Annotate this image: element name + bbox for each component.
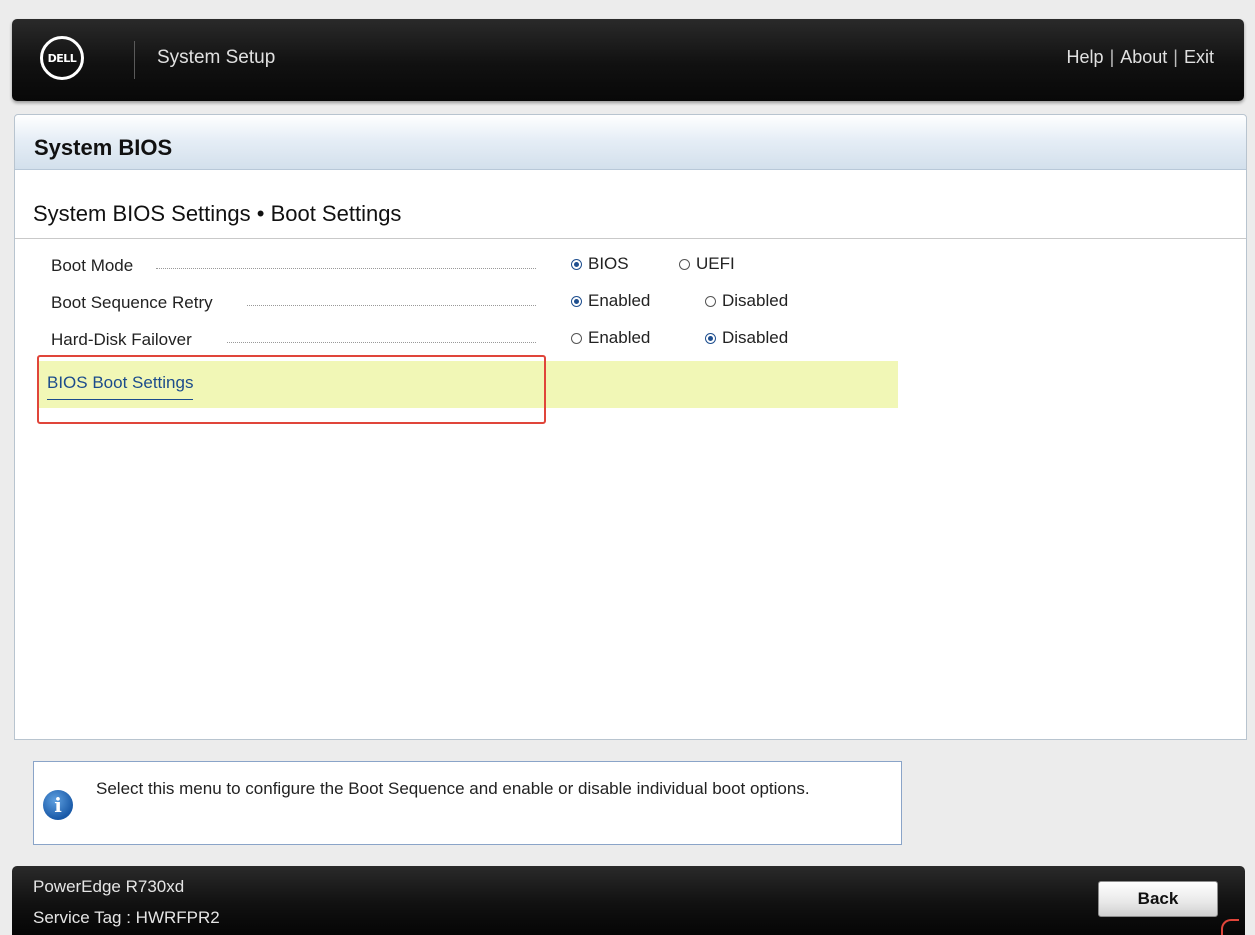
radio-label: Disabled bbox=[722, 328, 789, 347]
exit-link[interactable]: Exit bbox=[1184, 47, 1214, 67]
radio-label: UEFI bbox=[696, 254, 735, 273]
footer-bar: PowerEdge R730xd Service Tag : HWRFPR2 B… bbox=[12, 866, 1245, 935]
setting-label: Hard-Disk Failover bbox=[51, 330, 192, 349]
help-link[interactable]: Help bbox=[1067, 47, 1104, 67]
page-title: System BIOS bbox=[34, 135, 173, 160]
setting-row-hard-disk-failover: Hard-Disk Failover Enabled Disabled bbox=[51, 325, 951, 355]
app-title: System Setup bbox=[157, 47, 276, 68]
corner-mark bbox=[1221, 919, 1239, 935]
about-link[interactable]: About bbox=[1120, 47, 1167, 67]
leader-dots bbox=[227, 342, 536, 343]
radio-selected-icon bbox=[705, 332, 716, 344]
help-text: Select this menu to configure the Boot S… bbox=[96, 779, 810, 798]
setting-label: Boot Sequence Retry bbox=[51, 293, 213, 312]
setting-row-boot-mode: Boot Mode BIOS UEFI bbox=[51, 251, 951, 281]
help-box: i Select this menu to configure the Boot… bbox=[33, 761, 902, 845]
setting-label: Boot Mode bbox=[51, 256, 134, 275]
radio-label: BIOS bbox=[588, 254, 629, 273]
radio-uefi[interactable]: UEFI bbox=[679, 254, 735, 274]
radio-selected-icon bbox=[571, 295, 582, 307]
selection-outline bbox=[37, 355, 546, 424]
dell-logo: DELL bbox=[40, 36, 84, 80]
system-model: PowerEdge R730xd bbox=[33, 877, 185, 896]
info-icon: i bbox=[43, 790, 73, 820]
radio-label: Enabled bbox=[588, 291, 651, 310]
leader-dots bbox=[247, 305, 536, 306]
radio-disabled[interactable]: Disabled bbox=[705, 291, 788, 311]
radio-enabled[interactable]: Enabled bbox=[571, 328, 650, 348]
divider bbox=[15, 238, 1246, 239]
radio-unselected-icon bbox=[705, 295, 716, 307]
radio-enabled[interactable]: Enabled bbox=[571, 291, 650, 311]
header-links: Help | About | Exit bbox=[1067, 47, 1214, 68]
header-divider bbox=[134, 41, 135, 79]
radio-unselected-icon bbox=[679, 258, 690, 270]
link-separator: | bbox=[1173, 47, 1178, 67]
leader-dots bbox=[156, 268, 536, 269]
setting-row-boot-sequence-retry: Boot Sequence Retry Enabled Disabled bbox=[51, 288, 951, 318]
radio-disabled[interactable]: Disabled bbox=[705, 328, 788, 348]
radio-bios[interactable]: BIOS bbox=[571, 254, 629, 274]
radio-unselected-icon bbox=[571, 332, 582, 344]
radio-label: Disabled bbox=[722, 291, 789, 310]
radio-label: Enabled bbox=[588, 328, 651, 347]
system-setup-window: DELL System Setup Help | About | Exit System… bbox=[0, 0, 1255, 935]
main-panel: System BIOS System BIOS Settings • Boot … bbox=[14, 114, 1247, 740]
panel-header: System BIOS bbox=[15, 115, 1246, 170]
service-tag: Service Tag : HWRFPR2 bbox=[33, 908, 220, 927]
breadcrumb: System BIOS Settings • Boot Settings bbox=[33, 201, 402, 226]
top-header-bar: DELL System Setup Help | About | Exit bbox=[12, 19, 1244, 101]
radio-selected-icon bbox=[571, 258, 582, 270]
link-separator: | bbox=[1109, 47, 1115, 67]
back-button[interactable]: Back bbox=[1098, 881, 1218, 917]
